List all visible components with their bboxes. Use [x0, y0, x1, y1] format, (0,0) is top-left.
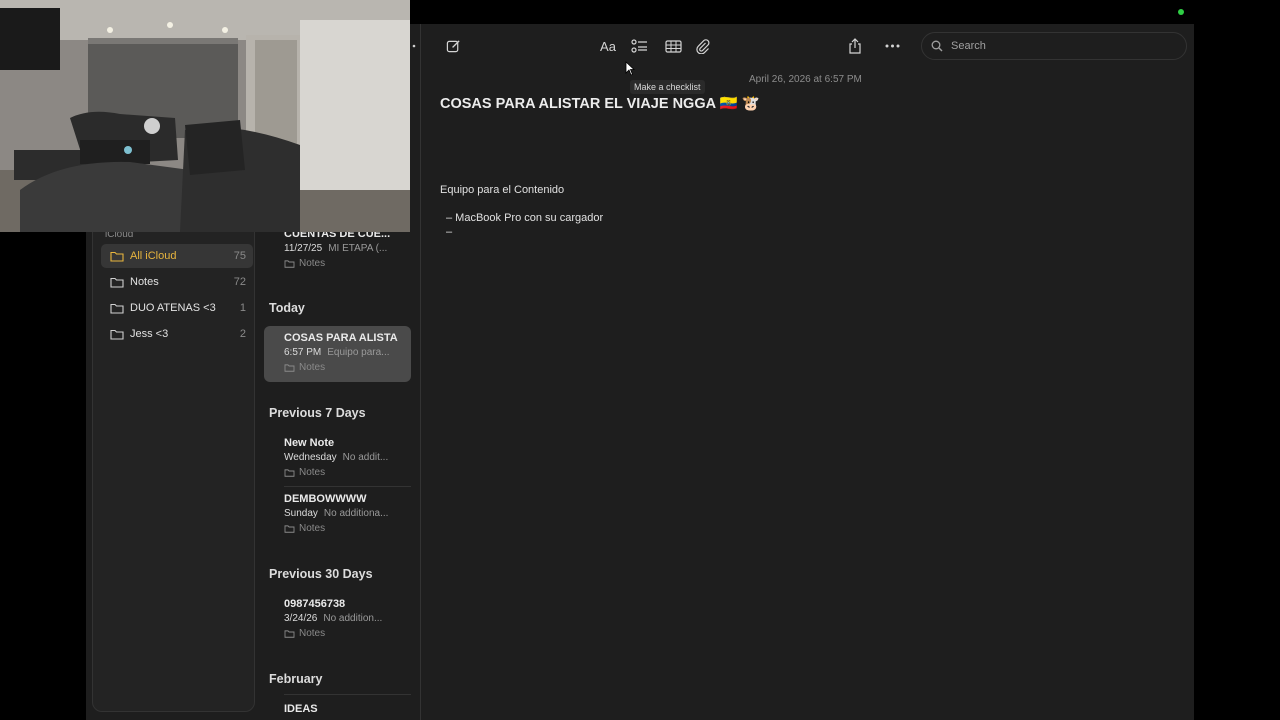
more-toolbar-icon[interactable]: [409, 34, 419, 58]
list-divider: [284, 694, 411, 695]
folder-icon: [110, 251, 124, 262]
note-meta: Sunday No additiona...: [284, 508, 406, 519]
note-list-item[interactable]: – MacBook Pro con su cargador: [446, 212, 603, 224]
note-section-heading[interactable]: Equipo para el Contenido: [440, 184, 564, 196]
note-heading-text: COSAS PARA ALISTAR EL VIAJE NGGA: [440, 96, 716, 112]
folder-count: 75: [233, 250, 246, 262]
group-header-previous-7-days: Previous 7 Days: [269, 406, 366, 420]
share-button[interactable]: [842, 34, 868, 58]
note-folder: Notes: [284, 523, 325, 534]
list-item[interactable]: DEMBOWWWW Sunday No additiona... Notes: [264, 487, 411, 543]
search-field[interactable]: [921, 32, 1187, 60]
sidebar-item-jess[interactable]: Jess <3 2: [101, 322, 253, 346]
compose-icon: [446, 39, 460, 52]
note-preview: No addit...: [342, 452, 389, 463]
folder-icon: [110, 329, 124, 340]
folder-icon: [110, 277, 124, 288]
note-folder-label: Notes: [299, 523, 326, 534]
folder-icon: [284, 260, 295, 268]
folder-icon: [284, 364, 295, 372]
folder-icon: [110, 303, 124, 314]
sidebar-item-all-icloud[interactable]: All iCloud 75: [101, 244, 253, 268]
note-preview: MI ETAPA (...: [328, 243, 388, 254]
list-item[interactable]: 0987456738 3/24/26 No addition... Notes: [264, 592, 411, 648]
note-timestamp: April 26, 2026 at 6:57 PM: [749, 74, 862, 85]
note-folder: Notes: [284, 258, 325, 269]
folder-name: All iCloud: [130, 250, 177, 262]
table-button[interactable]: [660, 34, 686, 58]
folder-icon: [284, 469, 295, 477]
sidebar-item-notes[interactable]: Notes 72: [101, 270, 253, 294]
group-header-previous-30-days: Previous 30 Days: [269, 567, 373, 581]
note-folder-label: Notes: [299, 258, 326, 269]
note-editor: Aa: [412, 24, 1194, 720]
room-photo: [0, 0, 410, 232]
folder-name: DUO ATENAS <3: [130, 302, 216, 314]
folder-name: Notes: [130, 276, 159, 288]
note-heading-emoji: 🇪🇨 🐮: [719, 96, 760, 112]
note-folder-label: Notes: [299, 628, 326, 639]
table-icon: [664, 39, 682, 53]
mouse-cursor-icon: [625, 61, 635, 76]
note-preview: No additiona...: [323, 508, 389, 519]
folder-count: 72: [233, 276, 246, 288]
search-input[interactable]: [949, 39, 1173, 53]
note-preview: Equipo para...: [327, 347, 390, 358]
folder-name: Jess <3: [130, 328, 169, 340]
note-folder-label: Notes: [299, 362, 326, 373]
note-title: 0987456738: [284, 598, 346, 610]
ellipsis-icon: [885, 44, 899, 48]
note-title: COSAS PARA ALISTA: [284, 332, 398, 344]
attachment-button[interactable]: [690, 34, 716, 58]
webcam-overlay: [0, 0, 410, 232]
checklist-tooltip: Make a checklist: [630, 80, 705, 94]
note-meta: 3/24/26 No addition...: [284, 613, 406, 624]
note-title: DEMBOWWWW: [284, 493, 367, 505]
note-folder: Notes: [284, 362, 325, 373]
note-title: IDEAS: [284, 703, 318, 715]
list-item-selected[interactable]: COSAS PARA ALISTA 6:57 PM Equipo para... …: [264, 326, 411, 382]
sidebar-item-duo-atenas[interactable]: DUO ATENAS <3 1: [101, 296, 253, 320]
folder-icon: [284, 525, 295, 533]
note-preview: No addition...: [323, 613, 383, 624]
status-indicator: [1178, 9, 1184, 15]
note-date: 11/27/25: [284, 243, 323, 254]
note-date: Wednesday: [284, 452, 337, 463]
checklist-button[interactable]: [626, 34, 652, 58]
share-icon: [849, 38, 861, 54]
note-folder-label: Notes: [299, 467, 326, 478]
note-folder: Notes: [284, 467, 325, 478]
new-note-button[interactable]: [440, 34, 466, 58]
note-meta: 6:57 PM Equipo para...: [284, 347, 406, 358]
checklist-icon: [630, 39, 647, 53]
note-date: Sunday: [284, 508, 318, 519]
note-meta: Wednesday No addit...: [284, 452, 406, 463]
format-button[interactable]: Aa: [595, 34, 621, 58]
note-heading[interactable]: COSAS PARA ALISTAR EL VIAJE NGGA 🇪🇨 🐮: [440, 95, 760, 112]
more-options-button[interactable]: [879, 34, 905, 58]
group-header-february: February: [269, 672, 323, 686]
paperclip-icon: [696, 38, 710, 54]
list-item[interactable]: IDEAS: [264, 697, 411, 720]
search-icon: [931, 40, 943, 52]
note-folder: Notes: [284, 628, 325, 639]
folder-count: 2: [239, 328, 246, 340]
list-item[interactable]: New Note Wednesday No addit... Notes: [264, 431, 411, 487]
folder-icon: [284, 630, 295, 638]
group-header-today: Today: [269, 301, 305, 315]
note-date: 3/24/26: [284, 613, 318, 624]
note-meta: 11/27/25 MI ETAPA (...: [284, 243, 406, 254]
folder-count: 1: [239, 302, 246, 314]
note-list-item-empty[interactable]: –: [446, 226, 452, 238]
note-date: 6:57 PM: [284, 347, 322, 358]
note-title: New Note: [284, 437, 335, 449]
